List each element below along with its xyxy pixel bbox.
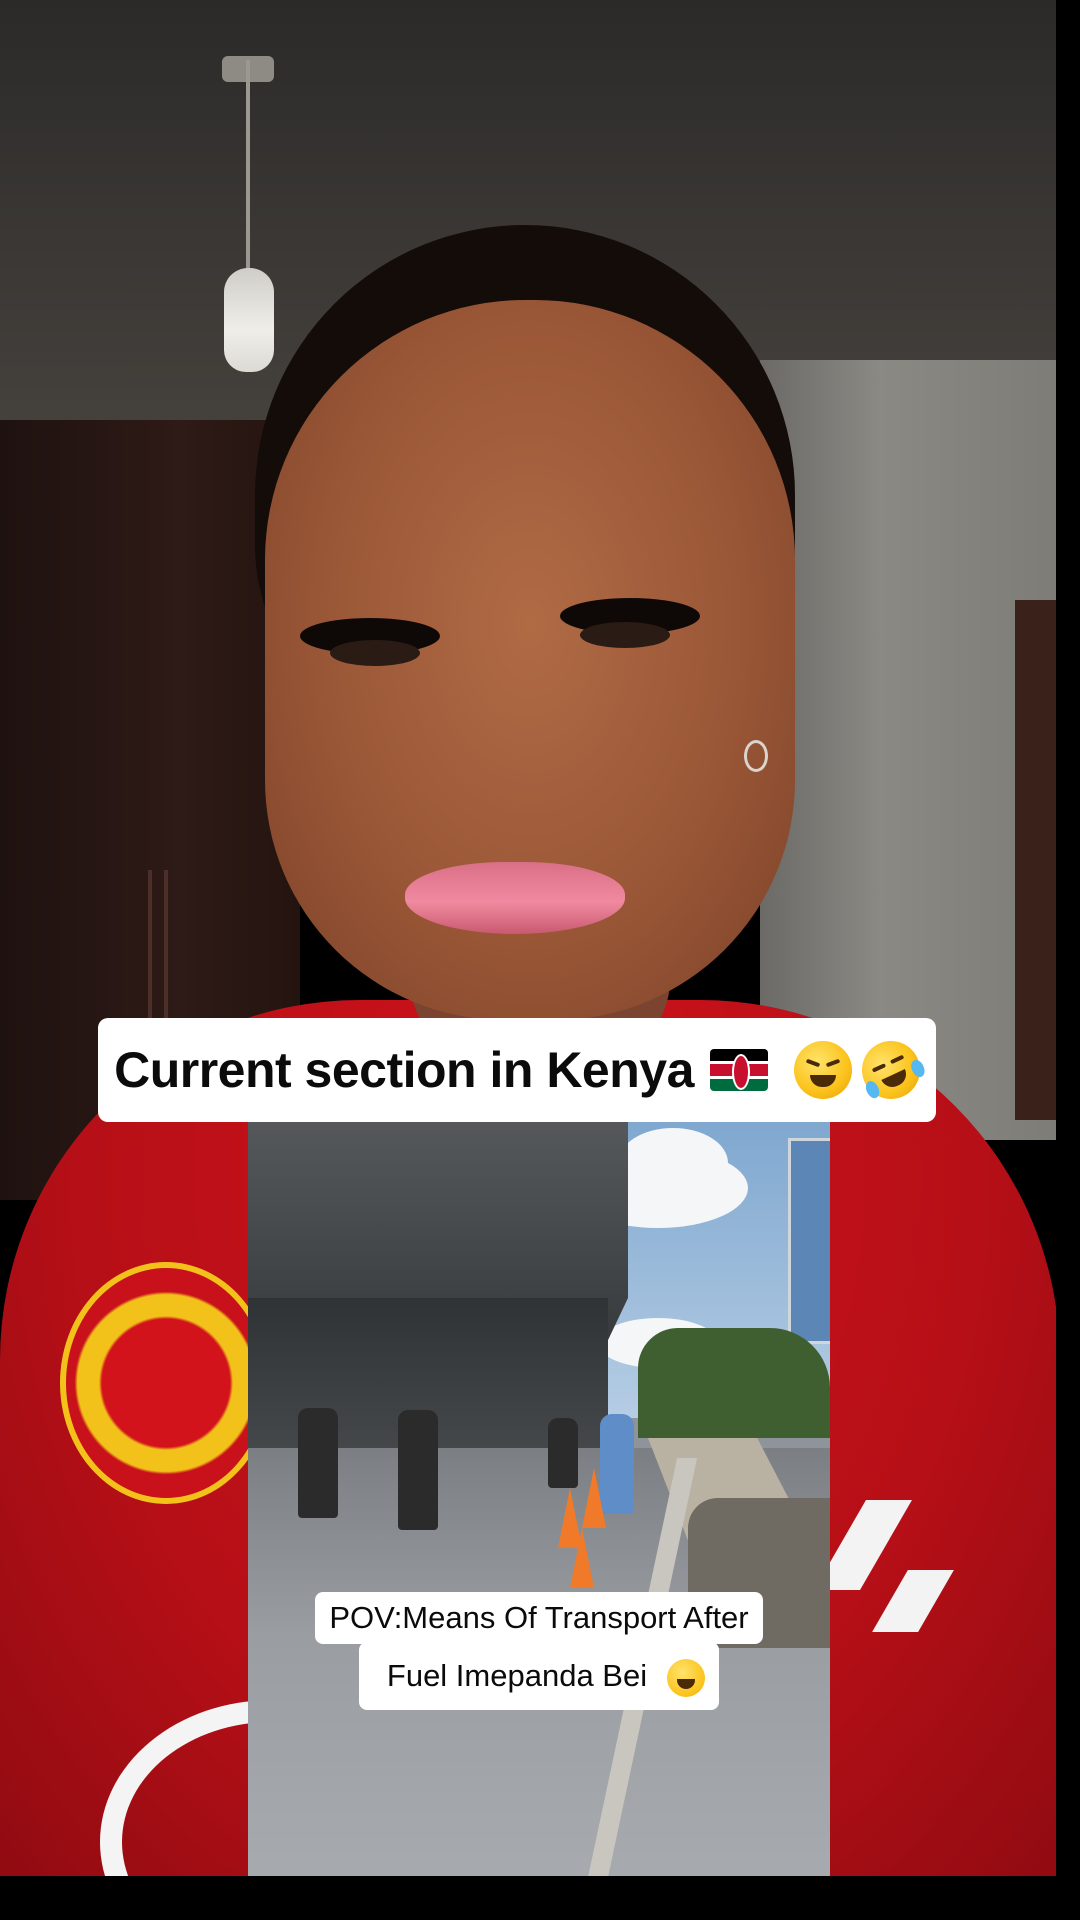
clip-motorbike-rider — [298, 1408, 338, 1518]
top-caption: Current section in Kenya — [98, 1018, 936, 1122]
light-bulb — [224, 268, 274, 372]
right-eye — [580, 622, 670, 648]
light-cord — [246, 60, 250, 270]
tears-of-joy-emoji-icon — [667, 1658, 706, 1697]
rolling-laughing-emoji-icon — [852, 1031, 930, 1109]
clip-caption-line-1: POV:Means Of Transport After — [248, 1592, 830, 1644]
kenya-flag-icon — [709, 1049, 768, 1091]
clip-caption-line-2: Fuel Imepanda Bei — [248, 1642, 830, 1710]
top-caption-text: Current section in Kenya — [114, 1042, 694, 1098]
left-eye — [330, 640, 420, 666]
clip-billboard — [788, 1138, 830, 1344]
clip-traffic-cone — [570, 1528, 594, 1588]
earring — [744, 740, 768, 772]
clip-traffic-cone — [582, 1468, 606, 1528]
wardrobe-handle — [148, 870, 152, 1020]
lips — [405, 862, 625, 934]
clip-cloud — [618, 1128, 728, 1198]
wardrobe-handle — [164, 870, 168, 1020]
clip-caption-line-2-text: Fuel Imepanda Bei — [372, 1650, 662, 1702]
tired-face-emoji-icon — [793, 1041, 852, 1099]
right-letterbox-bar — [1056, 0, 1080, 1920]
clip-caption-line-1-text: POV:Means Of Transport After — [315, 1592, 763, 1644]
clip-trees — [638, 1328, 830, 1438]
clip-motorbike-rider — [398, 1410, 438, 1530]
embedded-video-clip[interactable]: POV:Means Of Transport After Fuel Imepan… — [248, 1118, 830, 1920]
video-frame[interactable]: POV:Means Of Transport After Fuel Imepan… — [0, 0, 1080, 1920]
club-crest-logo — [60, 1262, 272, 1504]
bottom-letterbox-bar — [0, 1876, 1080, 1920]
clip-motorbike-rider — [548, 1418, 578, 1488]
